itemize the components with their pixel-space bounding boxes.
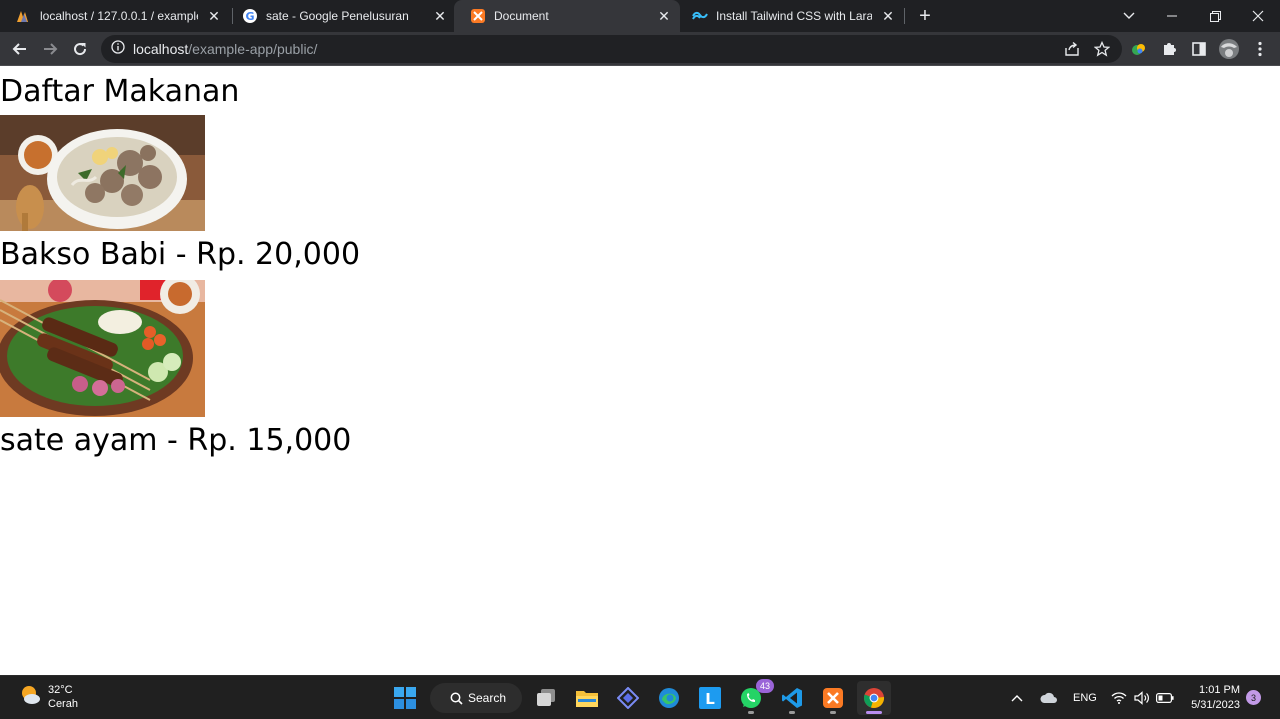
app-diamond-icon[interactable]	[611, 681, 645, 715]
food-item-caption: Bakso Babi - Rp. 20,000	[0, 237, 361, 272]
whatsapp-icon[interactable]: 43	[734, 679, 774, 715]
active-app-indicator	[866, 711, 882, 714]
tab-title: Install Tailwind CSS with Laravel -	[716, 9, 872, 23]
close-tab-icon[interactable]: ✕	[432, 8, 448, 24]
tab-title: Document	[494, 9, 549, 23]
tab-search-chevron-icon[interactable]	[1107, 0, 1151, 32]
taskbar-search-button[interactable]: Search	[430, 683, 522, 713]
tab-title: sate - Google Penelusuran	[266, 9, 409, 23]
restore-icon[interactable]	[1193, 0, 1237, 32]
battery-icon[interactable]	[1156, 676, 1174, 719]
browser-tab-strip: localhost / 127.0.0.1 / example_a ✕ G sa…	[0, 0, 1280, 32]
show-hidden-icons-chevron[interactable]	[1011, 676, 1023, 719]
task-view-icon[interactable]	[529, 681, 563, 715]
browser-toolbar: localhost/example-app/public/	[0, 32, 1280, 66]
running-indicator	[789, 711, 795, 714]
reload-icon[interactable]	[67, 36, 93, 62]
menu-kebab-icon[interactable]	[1248, 37, 1272, 61]
chrome-icon[interactable]	[857, 681, 891, 715]
edge-icon[interactable]	[652, 681, 686, 715]
address-bar[interactable]: localhost/example-app/public/	[101, 35, 1122, 63]
svg-text:G: G	[245, 10, 254, 23]
google-icon: G	[242, 8, 258, 24]
onedrive-cloud-icon[interactable]	[1040, 676, 1058, 719]
clock-date: 5/31/2023	[1191, 699, 1240, 711]
tab-document[interactable]: Document ✕	[454, 0, 680, 32]
xampp-icon	[470, 8, 486, 24]
svg-text:L: L	[705, 690, 715, 708]
running-indicator	[830, 711, 836, 714]
vscode-icon[interactable]	[775, 681, 809, 715]
language-indicator[interactable]: ENG	[1073, 676, 1097, 719]
phpmyadmin-icon	[16, 8, 32, 24]
profile-avatar[interactable]	[1217, 37, 1241, 61]
wifi-icon[interactable]	[1111, 676, 1127, 719]
start-windows-icon[interactable]	[388, 681, 422, 715]
weather-temperature: 32°C	[48, 683, 73, 696]
url-path: /example-app/public/	[188, 41, 318, 57]
close-tab-icon[interactable]: ✕	[206, 8, 222, 24]
sun-cloud-icon	[18, 682, 42, 711]
tab-google-search[interactable]: G sate - Google Penelusuran ✕	[226, 0, 456, 32]
speaker-volume-icon[interactable]	[1134, 676, 1150, 719]
food-item-caption: sate ayam - Rp. 15,000	[0, 423, 352, 458]
minimize-icon[interactable]	[1150, 0, 1194, 32]
running-indicator	[748, 711, 754, 714]
close-tab-icon[interactable]: ✕	[880, 8, 896, 24]
weather-condition: Cerah	[48, 697, 78, 710]
notification-count-badge[interactable]: 3	[1246, 690, 1261, 705]
search-icon	[450, 692, 463, 705]
extension-colorful-icon[interactable]	[1127, 37, 1151, 61]
page-content: Daftar Makanan Bakso Babi - Rp. 20,000 s…	[0, 67, 1280, 675]
tab-phpmyadmin[interactable]: localhost / 127.0.0.1 / example_a ✕	[0, 0, 230, 32]
url-host: localhost	[133, 41, 189, 57]
new-tab-button[interactable]: +	[913, 4, 937, 28]
back-arrow-icon[interactable]	[7, 36, 33, 62]
close-tab-icon[interactable]: ✕	[656, 8, 672, 24]
weather-widget[interactable]: 32°C Cerah	[18, 682, 78, 711]
tab-divider	[904, 8, 905, 24]
bookmark-star-icon[interactable]	[1090, 37, 1114, 61]
whatsapp-unread-badge: 43	[756, 679, 774, 693]
close-window-icon[interactable]	[1236, 0, 1280, 32]
tab-title: localhost / 127.0.0.1 / example_a	[40, 9, 198, 23]
app-l-icon[interactable]: L	[693, 681, 727, 715]
windows-taskbar: 32°C Cerah Search L 43 ENG 1:01 PM 5/31/…	[0, 675, 1280, 719]
tab-tailwind[interactable]: Install Tailwind CSS with Laravel - ✕	[676, 0, 904, 32]
file-explorer-icon[interactable]	[570, 681, 604, 715]
share-icon[interactable]	[1060, 37, 1084, 61]
url-text[interactable]: localhost/example-app/public/	[133, 41, 317, 57]
side-panel-icon[interactable]	[1187, 37, 1211, 61]
page-heading: Daftar Makanan	[0, 74, 240, 109]
site-info-icon[interactable]	[111, 39, 125, 59]
clock-time: 1:01 PM	[1199, 684, 1240, 696]
taskbar-clock[interactable]: 1:01 PM 5/31/2023	[1186, 683, 1240, 713]
bakso-image	[0, 115, 205, 231]
xampp-taskbar-icon[interactable]	[816, 681, 850, 715]
tailwind-icon	[692, 8, 708, 24]
sate-image	[0, 280, 205, 417]
forward-arrow-icon[interactable]	[37, 36, 63, 62]
search-label: Search	[468, 691, 507, 705]
extensions-puzzle-icon[interactable]	[1157, 37, 1181, 61]
